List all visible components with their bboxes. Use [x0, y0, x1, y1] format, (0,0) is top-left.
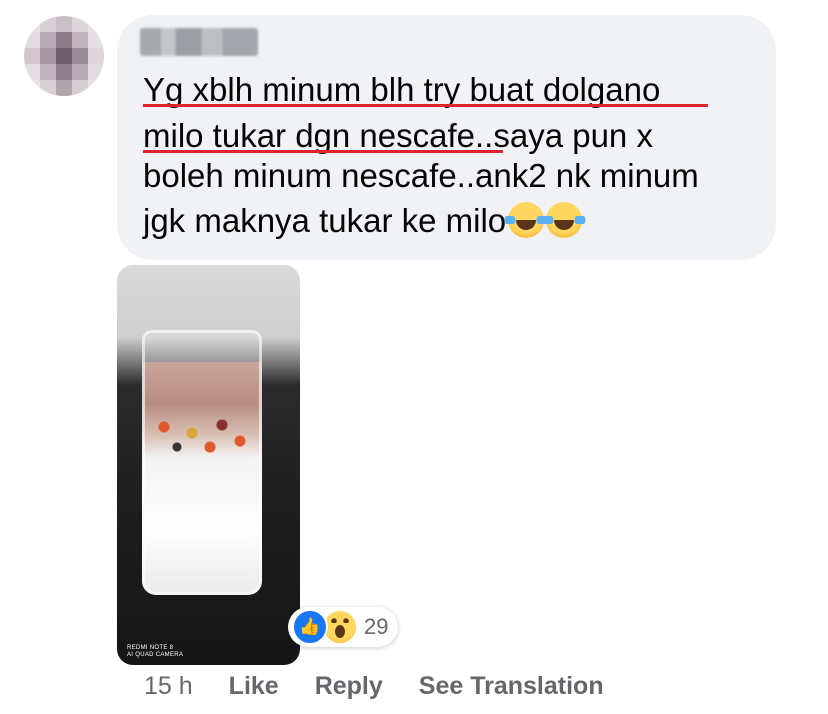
comment-underline-2	[143, 150, 503, 153]
like-icon: 👍	[292, 609, 328, 645]
comment-text-line-4: jgk maknya tukar ke milo	[143, 201, 587, 241]
author-name-redacted[interactable]	[140, 28, 258, 56]
watermark-line-1: REDMI NOTE 8	[127, 645, 174, 651]
glass-of-milo-drink	[142, 330, 262, 595]
comment-timestamp[interactable]: 15 h	[144, 672, 193, 701]
reply-button[interactable]: Reply	[315, 672, 383, 701]
attached-photo[interactable]: REDMI NOTE 8 AI QUAD CAMERA	[117, 265, 300, 665]
comment-actions: 15 h Like Reply See Translation	[144, 672, 640, 701]
laughing-tears-emoji-icon	[542, 202, 587, 238]
laughing-tears-emoji-icon	[504, 202, 549, 238]
glass-pattern	[152, 415, 252, 455]
reaction-summary[interactable]: 👍 29	[288, 607, 399, 647]
author-avatar[interactable]	[24, 16, 104, 96]
see-translation-button[interactable]: See Translation	[419, 672, 604, 701]
comment-text-line-4-text: jgk maknya tukar ke milo	[143, 202, 507, 239]
camera-watermark: REDMI NOTE 8 AI QUAD CAMERA	[127, 645, 183, 659]
comment-text-line-3: boleh minum nescafe..ank2 nk minum	[143, 157, 699, 194]
comment-underline-1	[143, 104, 708, 107]
like-button[interactable]: Like	[229, 672, 279, 701]
reaction-count: 29	[364, 614, 389, 639]
watermark-line-2: AI QUAD CAMERA	[127, 652, 184, 658]
